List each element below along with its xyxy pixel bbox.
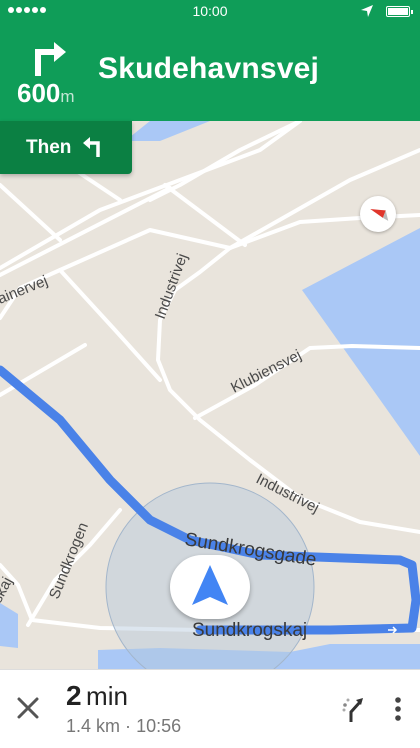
- eta-duration: 2 min: [66, 680, 128, 712]
- navigation-arrow-icon: [192, 565, 228, 605]
- status-time: 10:00: [192, 3, 228, 19]
- street-label: Sundkrogskaj: [192, 620, 307, 641]
- trip-details: 1.4 km · 10:56: [66, 716, 181, 737]
- maneuver-distance: 600m: [17, 78, 75, 109]
- arrival-time: 10:56: [136, 716, 182, 736]
- next-street-name: Skudehavnsvej: [98, 52, 320, 85]
- alternate-routes-button[interactable]: [338, 694, 368, 724]
- then-label: Then: [26, 137, 72, 158]
- status-bar: 10:00: [0, 0, 420, 22]
- distance-value: 600: [17, 78, 61, 108]
- more-options-icon[interactable]: [386, 694, 410, 724]
- turn-left-icon: [83, 137, 100, 157]
- current-location-marker: [170, 555, 250, 619]
- then-instruction[interactable]: Then: [0, 121, 132, 174]
- close-navigation-button[interactable]: [14, 694, 42, 722]
- battery-icon: [386, 6, 413, 17]
- eta-unit: min: [86, 681, 128, 711]
- distance-unit: m: [60, 87, 75, 106]
- compass-button[interactable]: [360, 196, 396, 232]
- location-services-icon: [361, 5, 373, 17]
- turn-right-icon: [35, 42, 66, 76]
- eta-value: 2: [66, 680, 82, 711]
- compass-icon: [370, 209, 389, 221]
- trip-distance: 1.4 km: [66, 716, 121, 736]
- detail-separator: ·: [125, 716, 132, 736]
- trip-summary-bar: 2 min 1.4 km · 10:56: [0, 669, 420, 748]
- navigation-header: 600m Skudehavnsvej: [0, 22, 420, 121]
